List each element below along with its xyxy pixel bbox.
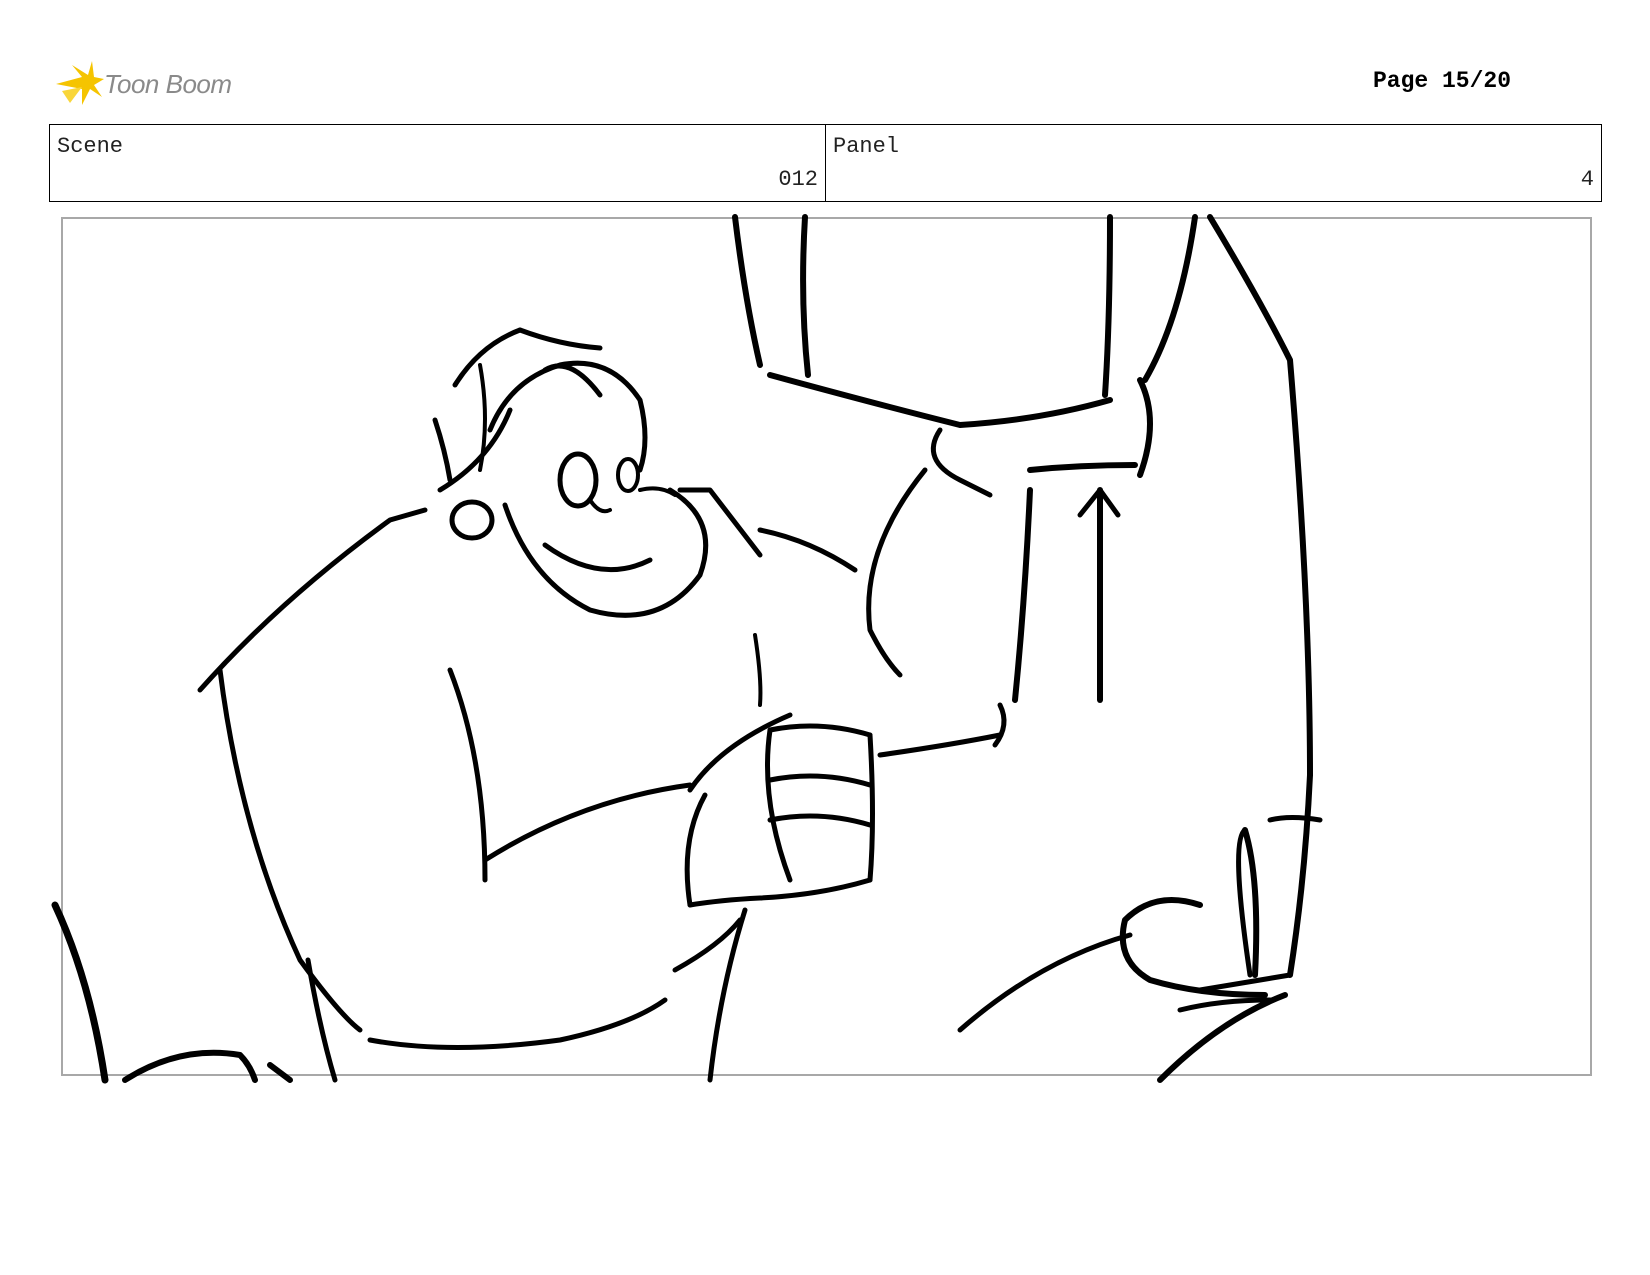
- toon-boom-logo: Toon Boom: [52, 56, 252, 112]
- storyboard-panel-frame: [61, 217, 1592, 1076]
- logo-wordmark: Toon Boom: [104, 68, 232, 99]
- panel-label: Panel: [833, 134, 900, 159]
- scene-cell: Scene 012: [50, 125, 825, 201]
- scene-number: 012: [778, 167, 818, 192]
- page-number: Page 15/20: [1372, 68, 1511, 94]
- scene-label: Scene: [57, 134, 124, 159]
- starburst-icon: [56, 61, 104, 105]
- panel-cell: Panel 4: [825, 125, 1601, 201]
- scene-panel-info-table: Scene 012 Panel 4: [49, 124, 1602, 202]
- panel-number: 4: [1580, 167, 1594, 192]
